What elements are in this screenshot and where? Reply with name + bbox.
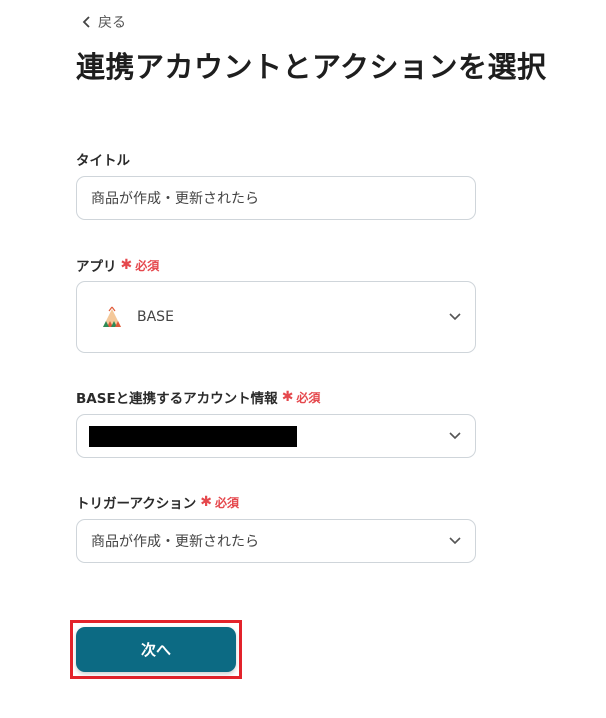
base-logo-icon [103, 306, 121, 327]
back-link[interactable]: 戻る [82, 12, 126, 32]
trigger-select[interactable]: 商品が作成・更新されたら [76, 519, 476, 563]
back-label: 戻る [98, 15, 126, 31]
required-badge: ✱ 必須 [200, 494, 240, 510]
required-badge: ✱ 必須 [120, 257, 160, 273]
chevron-down-icon [449, 313, 461, 321]
chevron-down-icon [449, 432, 461, 440]
app-value: BASE [137, 309, 174, 325]
title-input[interactable]: 商品が作成・更新されたら [76, 176, 476, 220]
trigger-label: トリガーアクション ✱ 必須 [76, 494, 240, 512]
redacted-account [89, 425, 297, 447]
app-select[interactable]: BASE [76, 281, 476, 353]
title-label: タイトル [76, 153, 130, 169]
account-label: BASEと連携するアカウント情報 ✱ 必須 [76, 389, 321, 407]
chevron-down-icon [449, 537, 461, 545]
next-button[interactable]: 次へ [76, 627, 236, 672]
page-title: 連携アカウントとアクションを選択 [76, 50, 547, 84]
app-label: アプリ ✱ 必須 [76, 257, 160, 275]
account-select[interactable] [76, 414, 476, 458]
required-badge: ✱ 必須 [281, 389, 321, 405]
chevron-left-icon [82, 16, 90, 28]
